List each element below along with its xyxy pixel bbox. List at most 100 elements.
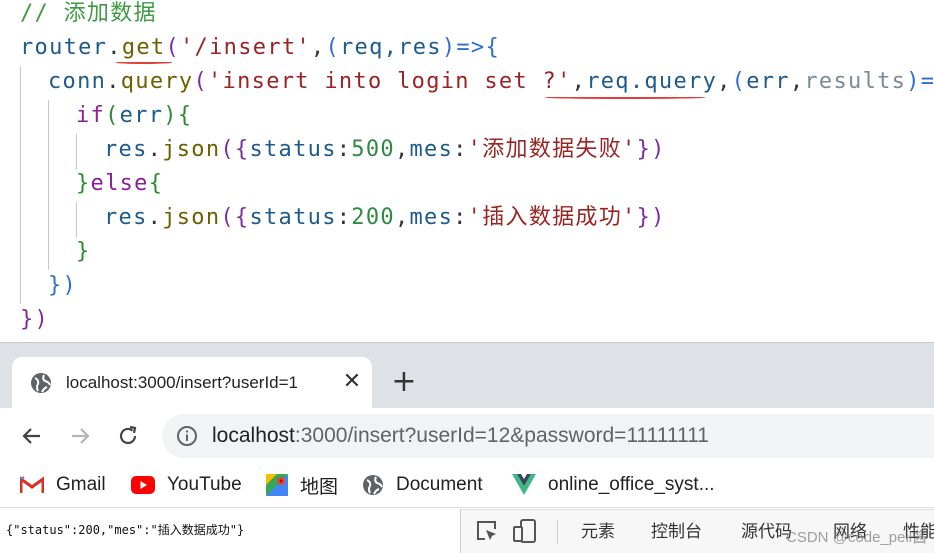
code-token: '/insert': [180, 35, 311, 60]
code-token: }): [636, 205, 666, 230]
tab-sources[interactable]: 源代码: [741, 518, 792, 546]
code-token: (: [193, 69, 209, 94]
code-line-5: }else{: [76, 167, 163, 201]
bookmark-gmail[interactable]: Gmail: [20, 470, 106, 500]
code-token: .: [147, 137, 163, 162]
bookmark-label: 地图: [300, 476, 339, 498]
code-token: res: [104, 137, 148, 162]
tab-title: localhost:3000/insert?userId=1: [66, 373, 299, 392]
code-token: }): [48, 273, 78, 298]
code-token: ,: [717, 69, 732, 94]
code-token: err: [119, 103, 164, 128]
code-token: mes: [409, 137, 454, 162]
code-line-7: }: [76, 235, 91, 269]
inspect-button[interactable]: [475, 519, 499, 547]
bookmark-label: Document: [396, 474, 483, 495]
bookmark-youtube[interactable]: YouTube: [131, 470, 242, 500]
code-token: ,: [789, 69, 805, 94]
code-token: }): [20, 307, 50, 332]
code-line-4: res.json({status:500,mes:'添加数据失败'}): [104, 133, 666, 167]
bookmark-document[interactable]: Document: [362, 470, 483, 500]
code-comment: // 添加数据: [20, 1, 157, 26]
code-token: req,res: [340, 35, 442, 60]
code-token: err: [746, 69, 790, 94]
tab-elements[interactable]: 元素: [581, 518, 615, 546]
reload-icon: [119, 425, 137, 445]
bookmark-label: YouTube: [167, 474, 242, 495]
code-line-3: if(err){: [76, 99, 192, 133]
new-tab-button[interactable]: +: [388, 367, 420, 399]
code-token: =>: [920, 69, 934, 94]
code-token: ): [441, 35, 457, 60]
code-token: 'insert into login set ?': [208, 69, 572, 94]
code-line-comment: // 添加数据: [20, 0, 157, 31]
code-token: :: [453, 205, 468, 230]
forward-button[interactable]: [64, 420, 96, 452]
bookmarks-bar: Gmail YouTube 地图 Document online_office_…: [0, 464, 934, 508]
bookmark-online-office[interactable]: online_office_syst...: [512, 470, 715, 500]
code-token: :: [453, 137, 468, 162]
code-token: ({: [220, 205, 250, 230]
code-line-6: res.json({status:200,mes:'插入数据成功'}): [104, 201, 666, 235]
vue-icon: [512, 474, 536, 495]
code-token: 500: [351, 137, 395, 162]
close-icon[interactable]: ✕: [338, 368, 366, 396]
code-line-8: }): [48, 269, 77, 303]
code-token: (: [731, 69, 747, 94]
info-icon[interactable]: [176, 425, 198, 451]
forward-arrow-icon: [72, 428, 90, 444]
code-token: res: [104, 205, 148, 230]
maps-icon: [266, 474, 288, 496]
annotation-underline: [544, 96, 706, 99]
bookmark-label: online_office_syst...: [548, 474, 715, 495]
url-host: localhost: [212, 424, 295, 447]
youtube-icon: [131, 476, 155, 494]
code-editor: // 添加数据 router.get('/insert',(req,res)=>…: [0, 0, 934, 342]
back-arrow-icon: [22, 428, 40, 444]
url-path: :3000/insert?userId=12&password=11111111: [294, 424, 709, 447]
code-token: router: [20, 35, 108, 60]
code-token: else: [90, 171, 149, 196]
globe-icon: [30, 372, 52, 398]
code-token: ,: [394, 205, 410, 230]
code-token: mes: [409, 205, 454, 230]
code-token: {: [148, 171, 164, 196]
code-token: status: [249, 137, 337, 162]
code-token: (: [165, 35, 181, 60]
indent-guide: [76, 202, 77, 238]
indent-guide: [48, 100, 49, 270]
indent-guide: [20, 66, 21, 304]
code-token: {: [177, 103, 193, 128]
code-token: :: [336, 137, 352, 162]
back-button[interactable]: [16, 420, 48, 452]
code-line-2: conn.query('insert into login set ?',req…: [48, 65, 934, 99]
code-token: .: [107, 35, 122, 60]
code-token: (: [105, 103, 120, 128]
watermark: CSDN @code_peil酱: [786, 529, 928, 546]
code-token: .: [147, 205, 163, 230]
browser-toolbar: localhost:3000/insert?userId=12&password…: [0, 408, 934, 464]
code-token: ,: [310, 35, 326, 60]
code-token: status: [249, 205, 337, 230]
address-bar[interactable]: localhost:3000/insert?userId=12&password…: [162, 414, 934, 458]
code-token: (: [325, 35, 341, 60]
json-response: {"status":200,"mes":"插入数据成功"}: [6, 523, 245, 537]
code-token: ,: [394, 137, 410, 162]
code-token: }): [636, 137, 666, 162]
code-line-9: }): [20, 303, 49, 337]
gmail-icon: [20, 476, 44, 493]
inspect-icon: [477, 521, 496, 540]
code-token: results: [804, 69, 907, 94]
code-token: =>: [456, 35, 486, 60]
code-token: '添加数据失败': [467, 137, 637, 162]
tab-strip: localhost:3000/insert?userId=1 ✕ +: [0, 342, 934, 409]
bookmark-maps[interactable]: 地图: [266, 470, 338, 500]
code-token: {: [485, 35, 501, 60]
code-line-1: router.get('/insert',(req,res)=>{: [20, 31, 500, 65]
tab-console[interactable]: 控制台: [651, 518, 702, 546]
reload-button[interactable]: [112, 420, 144, 452]
device-toggle-button[interactable]: [513, 519, 539, 547]
browser-tab[interactable]: localhost:3000/insert?userId=1 ✕: [12, 357, 372, 409]
page-content: {"status":200,"mes":"插入数据成功"}: [0, 509, 460, 553]
code-token: }: [76, 171, 91, 196]
